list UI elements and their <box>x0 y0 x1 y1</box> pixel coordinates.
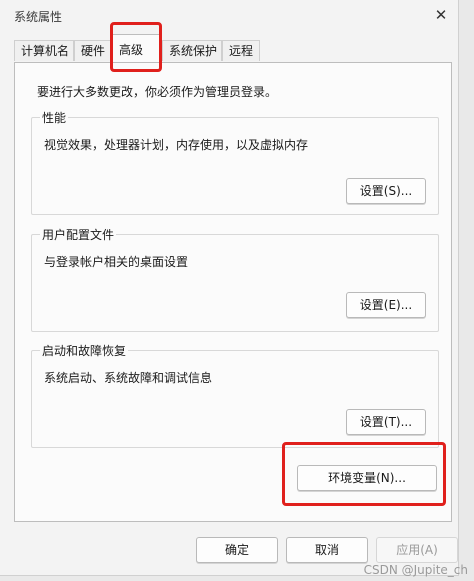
tab-computer-name[interactable]: 计算机名 <box>14 40 74 61</box>
tab-hardware[interactable]: 硬件 <box>74 40 112 61</box>
performance-group: 性能 视觉效果，处理器计划，内存使用，以及虚拟内存 设置(S)... <box>31 109 439 215</box>
user-profile-group: 用户配置文件 与登录帐户相关的桌面设置 设置(E)... <box>31 226 439 332</box>
user-profile-settings-button[interactable]: 设置(E)... <box>346 292 426 318</box>
ok-button[interactable]: 确定 <box>196 537 278 563</box>
user-profile-label: 用户配置文件 <box>40 226 117 243</box>
user-profile-desc: 与登录帐户相关的桌面设置 <box>44 255 189 269</box>
tab-system-protection[interactable]: 系统保护 <box>162 40 222 61</box>
performance-settings-button[interactable]: 设置(S)... <box>346 178 426 204</box>
window-title: 系统属性 <box>14 10 63 24</box>
title-bar: 系统属性 ✕ <box>0 0 458 32</box>
csdn-watermark: CSDN @Jupite_ch <box>363 563 468 577</box>
system-properties-window: 系统属性 ✕ 计算机名 硬件 高级 系统保护 远程 要进行大多数更改，你必须作为… <box>0 0 459 576</box>
tab-advanced[interactable]: 高级 <box>112 34 162 62</box>
startup-recovery-settings-button[interactable]: 设置(T)... <box>346 409 426 435</box>
startup-recovery-group: 启动和故障恢复 系统启动、系统故障和调试信息 设置(T)... <box>31 342 439 448</box>
close-icon[interactable]: ✕ <box>428 4 454 26</box>
performance-desc: 视觉效果，处理器计划，内存使用，以及虚拟内存 <box>44 138 309 152</box>
startup-recovery-desc: 系统启动、系统故障和调试信息 <box>44 371 213 385</box>
performance-label: 性能 <box>40 109 69 126</box>
apply-button[interactable]: 应用(A) <box>376 537 458 563</box>
environment-variables-button[interactable]: 环境变量(N)... <box>297 465 437 491</box>
tab-remote[interactable]: 远程 <box>222 40 260 61</box>
advanced-panel: 要进行大多数更改，你必须作为管理员登录。 性能 视觉效果，处理器计划，内存使用，… <box>14 62 452 522</box>
cancel-button[interactable]: 取消 <box>286 537 368 563</box>
admin-notice: 要进行大多数更改，你必须作为管理员登录。 <box>37 85 278 99</box>
startup-recovery-label: 启动和故障恢复 <box>40 342 129 359</box>
